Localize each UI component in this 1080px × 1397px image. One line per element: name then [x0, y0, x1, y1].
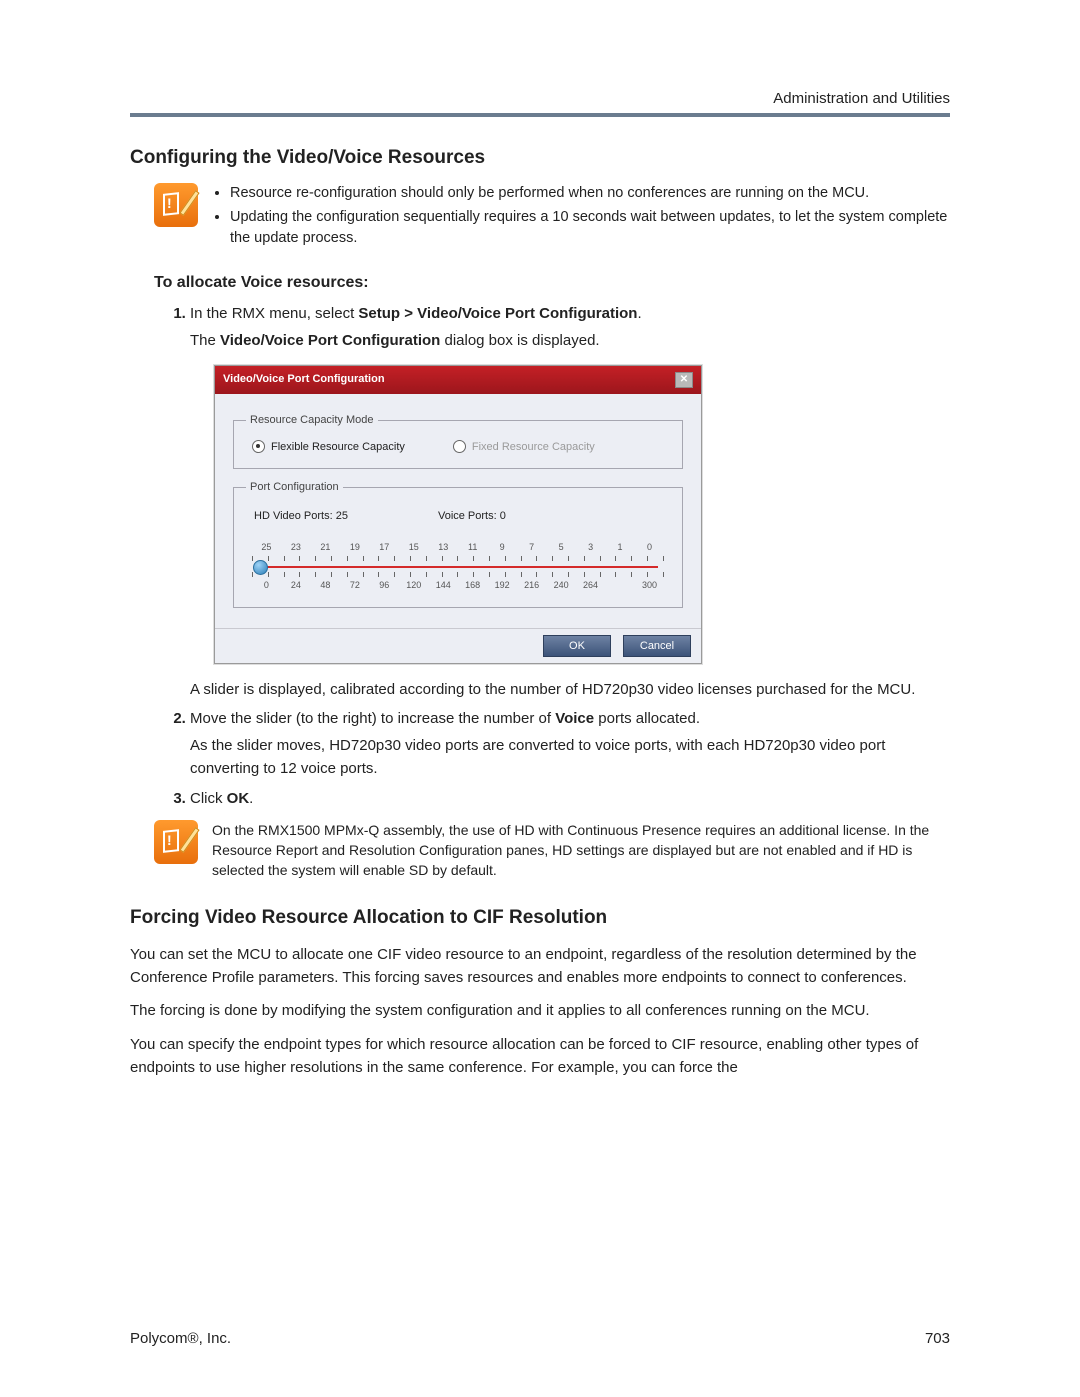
para-3: You can specify the endpoint types for w… — [130, 1033, 950, 1080]
slider-track[interactable] — [252, 563, 664, 571]
step3-a: Click — [190, 790, 227, 807]
step1-lead: In the RMX menu, select — [190, 305, 358, 322]
note1-item-1: Updating the configuration sequentially … — [230, 207, 950, 249]
step-1: In the RMX menu, select Setup > Video/Vo… — [190, 302, 950, 701]
step-3: Click OK. — [190, 787, 950, 810]
radio-icon — [252, 440, 265, 453]
slider-thumb[interactable] — [253, 560, 268, 575]
note-1-text: Resource re-configuration should only be… — [212, 183, 950, 252]
dialog-footer: OK Cancel — [215, 628, 701, 663]
heading-allocate-voice: To allocate Voice resources: — [154, 274, 950, 292]
page-header-section: Administration and Utilities — [130, 90, 950, 107]
para-2: The forcing is done by modifying the sys… — [130, 999, 950, 1022]
radio-flexible[interactable]: Flexible Resource Capacity — [252, 439, 405, 456]
heading-configuring: Configuring the Video/Voice Resources — [130, 147, 950, 169]
step2-a: Move the slider (to the right) to increa… — [190, 710, 555, 727]
radio-fixed[interactable]: Fixed Resource Capacity — [453, 439, 595, 456]
voice-ports-value: Voice Ports: 0 — [438, 508, 506, 525]
slider-area[interactable]: 2523211917151311975310 02448729612014416… — [252, 541, 664, 593]
heading-forcing-cif: Forcing Video Resource Allocation to CIF… — [130, 907, 950, 929]
page-footer: Polycom®, Inc. 703 — [130, 1330, 950, 1347]
slider-caption: A slider is displayed, calibrated accord… — [190, 678, 950, 701]
radio-icon — [453, 440, 466, 453]
radio-fixed-label: Fixed Resource Capacity — [472, 441, 595, 453]
radio-flex-label: Flexible Resource Capacity — [271, 441, 405, 453]
steps-list: In the RMX menu, select Setup > Video/Vo… — [166, 302, 950, 810]
close-icon[interactable]: ✕ — [675, 372, 693, 388]
note-block-1: Resource re-configuration should only be… — [154, 183, 950, 252]
dialog-titlebar: Video/Voice Port Configuration ✕ — [215, 366, 701, 394]
footer-company: Polycom®, Inc. — [130, 1330, 231, 1347]
note1-item-0: Resource re-configuration should only be… — [230, 183, 950, 204]
slider-top-scale: 2523211917151311975310 — [252, 541, 664, 555]
fieldset-port-config: Port Configuration HD Video Ports: 25 Vo… — [233, 479, 683, 608]
step3-c: . — [249, 790, 253, 807]
warning-note-icon — [154, 820, 198, 864]
step1-sub-b: Video/Voice Port Configuration — [220, 332, 440, 349]
step1-tail: . — [637, 305, 641, 322]
slider-bottom-ticks — [252, 572, 664, 577]
hd-video-ports-value: HD Video Ports: 25 — [254, 508, 348, 525]
slider-top-ticks — [252, 556, 664, 561]
step1-sub-a: The — [190, 332, 220, 349]
legend-capacity: Resource Capacity Mode — [246, 412, 378, 429]
legend-port: Port Configuration — [246, 479, 343, 496]
note-block-2: On the RMX1500 MPMx-Q assembly, the use … — [154, 820, 950, 881]
header-rule — [130, 113, 950, 117]
step2-sub: As the slider moves, HD720p30 video port… — [190, 734, 950, 781]
slider-bottom-scale: 024487296120144168192216240264300 — [252, 579, 664, 593]
step2-b: Voice — [555, 710, 594, 727]
note-2-text: On the RMX1500 MPMx-Q assembly, the use … — [212, 820, 950, 881]
step2-c: ports allocated. — [594, 710, 700, 727]
footer-page-number: 703 — [925, 1330, 950, 1347]
step-2: Move the slider (to the right) to increa… — [190, 707, 950, 781]
warning-note-icon — [154, 183, 198, 227]
cancel-button[interactable]: Cancel — [623, 635, 691, 657]
ok-button[interactable]: OK — [543, 635, 611, 657]
step1-bold: Setup > Video/Voice Port Configuration — [358, 305, 637, 322]
dialog-figure: Video/Voice Port Configuration ✕ Resourc… — [214, 365, 702, 664]
fieldset-capacity-mode: Resource Capacity Mode Flexible Resource… — [233, 412, 683, 469]
step1-sub-c: dialog box is displayed. — [440, 332, 599, 349]
step3-b: OK — [227, 790, 250, 807]
para-1: You can set the MCU to allocate one CIF … — [130, 943, 950, 990]
dialog-title-text: Video/Voice Port Configuration — [223, 371, 385, 388]
